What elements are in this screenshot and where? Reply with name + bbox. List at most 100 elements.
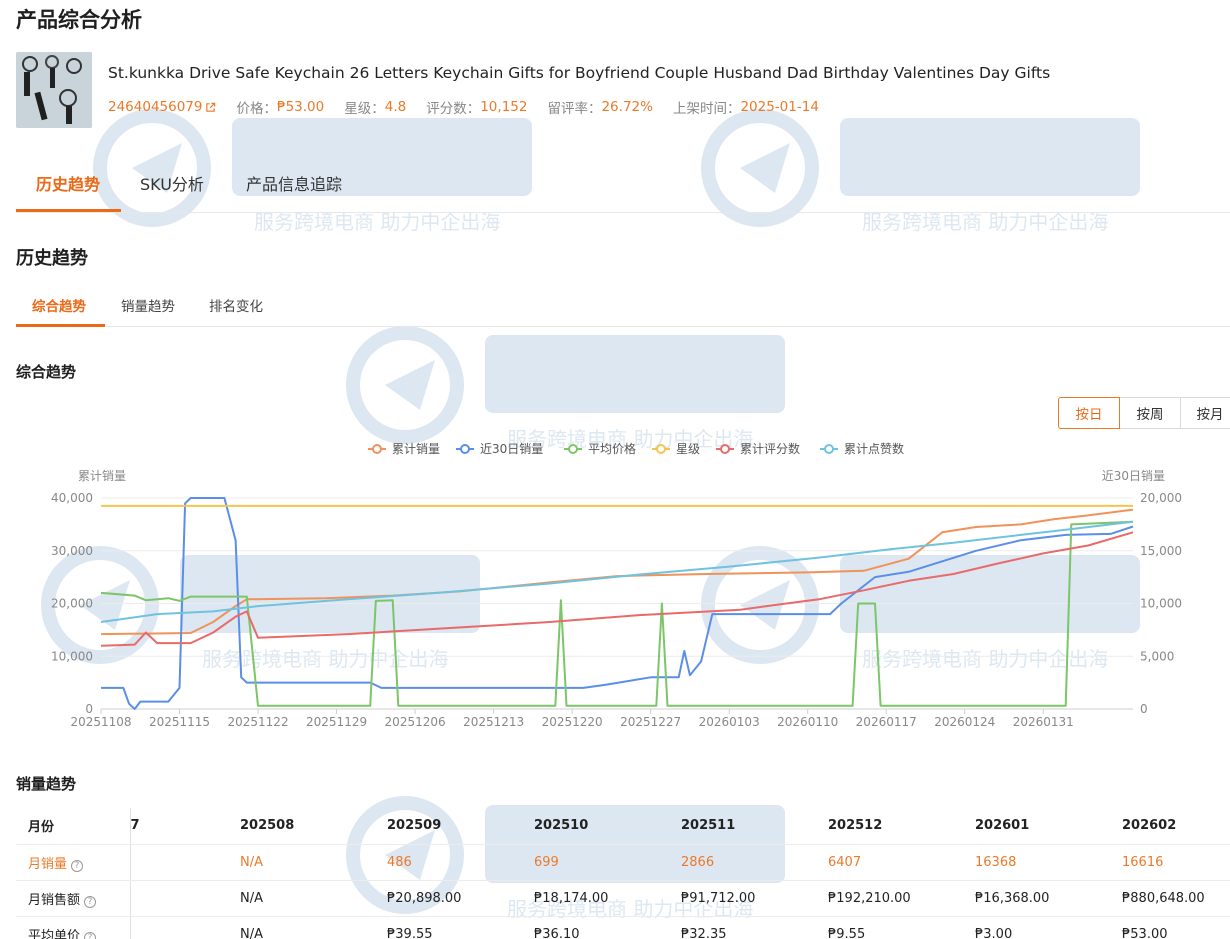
y-tick-left: 10,000 [51,649,93,663]
product-id-link[interactable]: 24640456079 [108,99,202,115]
table-header-cell: 202510 [534,808,681,845]
table-cell: N/A [240,844,387,881]
row-label: 月销售额? [16,880,130,917]
external-link-icon[interactable] [205,102,216,113]
table-cell: ₱18,174.00 [534,880,681,917]
trend-chart: 0 0 10,000 5,000 20,000 10,000 30,000 15,000 40,… [51,441,1182,729]
legend-marker [568,444,578,454]
y-axis-label-left: 累计销量 [78,469,126,483]
product-meta: 24640456079 价格： ₱53.00 星级： 4.8 评分数： 10,1… [108,97,819,117]
table-cell [129,916,240,939]
y-tick-right: 10,000 [1140,597,1182,611]
reviews-value: 10,152 [480,99,528,115]
granularity-month-button[interactable]: 按月 [1180,397,1230,429]
rating-value: 4.8 [384,99,407,115]
granularity-week-button[interactable]: 按周 [1119,397,1181,429]
table-header-cell: 202511 [681,808,828,845]
y-tick-left: 40,000 [51,491,93,505]
help-icon[interactable]: ? [84,931,97,939]
x-tick-label: 20260131 [1013,715,1074,729]
chart-heading: 综合趋势 [16,363,77,381]
table-cell: N/A [240,916,387,939]
listed-label: 上架时间： [672,101,741,117]
reviews-label: 评分数： [426,101,481,117]
active-tab-indicator [16,209,121,212]
tab-product-tracking[interactable]: 产品信息追踪 [246,171,342,195]
legend-label: 近30日销量 [480,442,543,456]
help-icon[interactable]: ? [71,859,84,872]
y-tick-right: 0 [1140,702,1148,716]
series-line [100,520,1134,623]
y-tick-left: 30,000 [51,544,93,558]
table-cell: ₱20,898.00 [387,880,534,917]
table-cell: ₱16,368.00 [975,880,1122,917]
y-tick-right: 20,000 [1140,491,1182,505]
sub-tabs: 综合趋势 销量趋势 排名变化 [16,287,1230,327]
table-header-cell: 202601 [975,808,1122,845]
main-tabs: 历史趋势 SKU分析 产品信息追踪 [16,157,1230,213]
table-cell: 16368 [975,844,1122,881]
legend-label: 累计评分数 [740,441,800,456]
table-cell: ₱91,712.00 [681,880,828,917]
section-title: 历史趋势 [16,248,88,269]
x-tick-label: 20251115 [149,715,210,729]
table-cell: ₱9.55 [828,916,975,939]
x-tick-label: 20260117 [856,715,917,729]
table-cell: 16616 [1122,844,1230,881]
price-label: 价格： [236,101,277,117]
series-line [100,508,1134,636]
keychain-image-icon [16,52,92,128]
sales-table: 月份 7 202508 202509 202510 202511 202512 … [16,808,1230,939]
table-header-cell: 202508 [240,808,387,845]
table-row: 月销量? N/A 486 699 2866 6407 16368 16616 [16,844,1230,881]
table-cell [129,844,240,881]
table-heading: 销量趋势 [16,775,77,793]
table-cell: ₱32.35 [681,916,828,939]
page-title: 产品综合分析 [16,8,142,32]
table-header-row: 月份 7 202508 202509 202510 202511 202512 … [16,808,1230,845]
table-cell: 486 [387,844,534,881]
listed-value: 2025-01-14 [740,99,819,115]
legend-label: 累计销量 [392,442,440,456]
subtab-overall-trend[interactable]: 综合趋势 [32,295,86,315]
x-tick-label: 20251122 [228,715,289,729]
active-subtab-indicator [16,324,105,327]
table-header-cell: 月份 [16,808,130,845]
granularity-day-button[interactable]: 按日 [1058,397,1120,429]
product-title[interactable]: St.kunkka Drive Safe Keychain 26 Letters… [108,64,1050,82]
table-row: 月销售额? N/A ₱20,898.00 ₱18,174.00 ₱91,712.… [16,880,1230,917]
table-cell: ₱3.00 [975,916,1122,939]
x-tick-label: 20251213 [463,715,524,729]
subtab-sales-trend[interactable]: 销量趋势 [121,295,175,315]
row-label-text: 月销量 [28,856,68,872]
product-image[interactable] [16,52,92,128]
row-label: 平均单价? [16,916,130,939]
y-tick-right: 5,000 [1140,649,1174,663]
table-cell: 6407 [828,844,975,881]
help-icon[interactable]: ? [84,895,97,908]
tab-sku-analysis[interactable]: SKU分析 [140,171,204,195]
legend-marker [656,444,666,454]
table-header-cell: 202512 [828,808,975,845]
tab-history-trend[interactable]: 历史趋势 [36,171,100,195]
subtab-rank-change[interactable]: 排名变化 [209,295,263,315]
table-cell: ₱36.10 [534,916,681,939]
legend-label: 平均价格 [588,441,636,456]
x-tick-label: 20251108 [70,715,131,729]
row-label-text: 平均单价 [28,928,81,939]
y-tick-left: 0 [85,702,93,716]
x-tick-label: 20251227 [620,715,681,729]
legend-marker [372,444,382,454]
row-label: 月销量? [16,844,130,881]
table-cell: ₱53.00 [1122,916,1230,939]
legend-label: 累计点赞数 [844,441,904,456]
table-cell: ₱880,648.00 [1122,880,1230,917]
row-label-text: 月销售额 [28,892,81,908]
table-header-cell: 202509 [387,808,534,845]
x-tick-label: 20251129 [306,715,367,729]
x-tick-label: 20260103 [699,715,760,729]
price-value: ₱53.00 [276,99,325,115]
table-cell: ₱192,210.00 [828,880,975,917]
x-tick-label: 20251206 [385,715,446,729]
x-tick-label: 20260110 [777,715,838,729]
